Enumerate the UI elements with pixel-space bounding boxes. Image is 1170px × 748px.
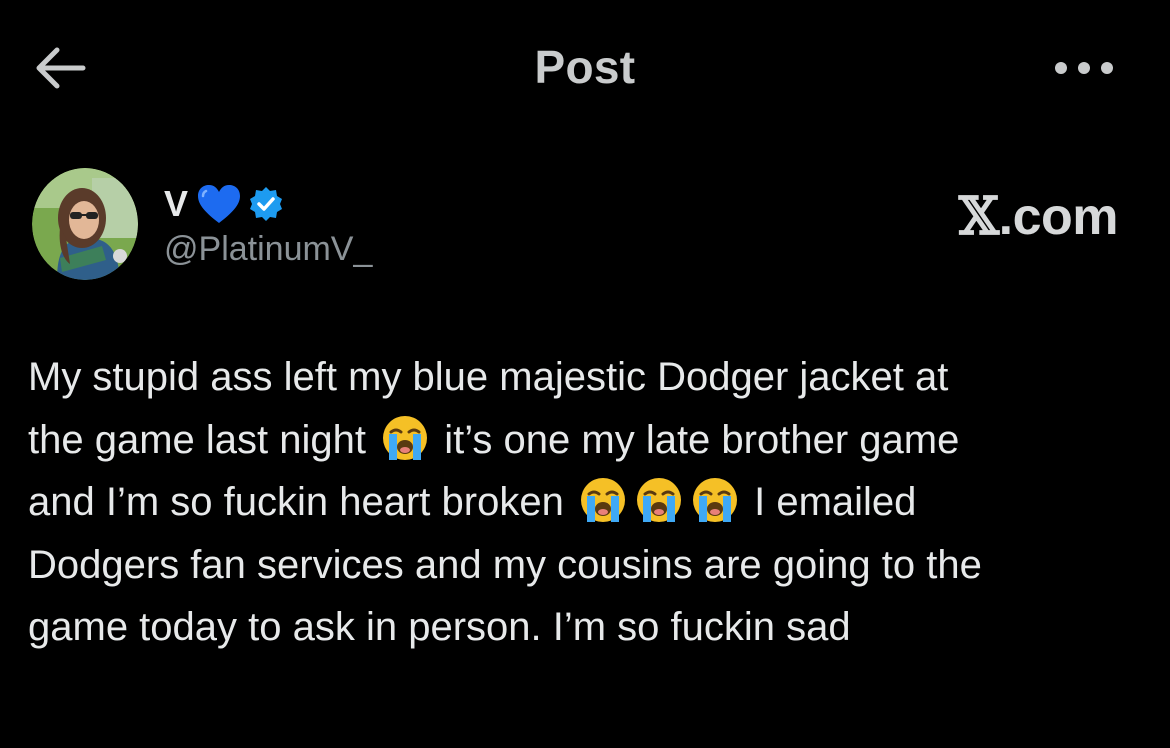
loudly-crying-face-icon: [636, 478, 681, 522]
post-text: My stupid ass left my blue majestic Dodg…: [28, 346, 1138, 659]
more-horizontal-icon: [1055, 62, 1113, 74]
post-line: and I’m so fuckin heart broken I emailed: [28, 471, 1138, 534]
name-row: V: [164, 182, 372, 226]
post-line: the game last night it’s one my late bro…: [28, 409, 1138, 472]
post-line: Dodgers fan services and my cousins are …: [28, 542, 982, 587]
display-name[interactable]: V: [164, 183, 188, 225]
top-bar: Post: [0, 0, 1170, 136]
post-line: My stupid ass left my blue majestic Dodg…: [28, 355, 949, 399]
loudly-crying-face-icon: [383, 415, 428, 460]
user-handle[interactable]: @PlatinumV_: [164, 230, 372, 269]
post-screen: Post V @PlatinumV_ 𝕏.com My stupid ass l…: [0, 0, 1170, 748]
avatar[interactable]: [32, 168, 138, 280]
loudly-crying-face-icon: [580, 478, 625, 522]
verified-badge-icon: [250, 187, 283, 221]
loudly-crying-face-icon: [692, 478, 737, 522]
page-title: Post: [534, 41, 636, 93]
x-com-watermark: 𝕏.com: [958, 186, 1119, 247]
post-line: game today to ask in person. I’m so fuck…: [28, 605, 851, 649]
more-options-button[interactable]: [1046, 48, 1122, 88]
blue-heart-icon: [198, 185, 241, 223]
author-info: V @PlatinumV_: [164, 182, 372, 269]
